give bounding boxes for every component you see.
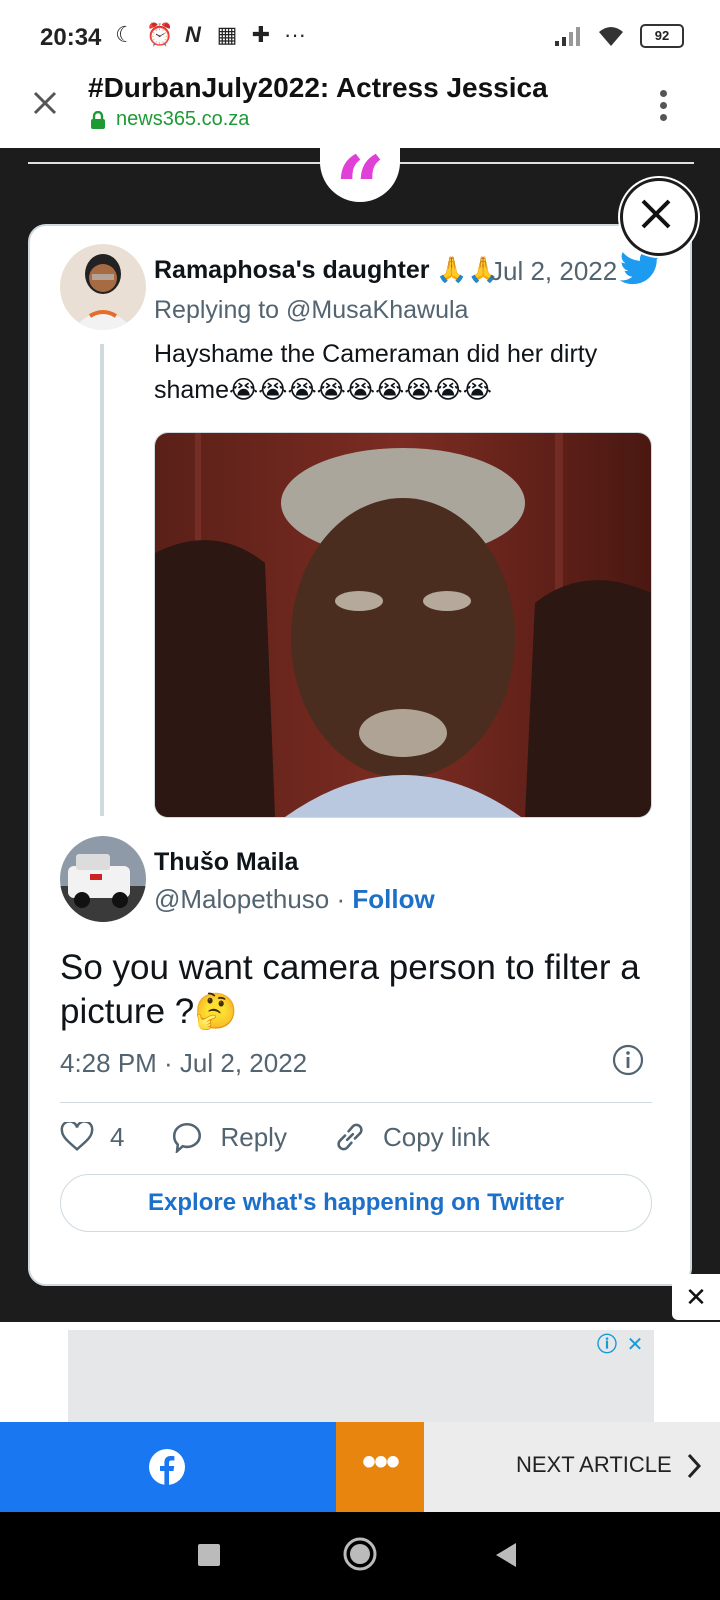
tweet-photo[interactable] <box>154 432 652 818</box>
close-icon[interactable] <box>30 88 60 118</box>
page-title: #DurbanJuly2022: Actress Jessica <box>88 72 548 103</box>
status-notification-icons: ☾ ⏰ N ▦ ✚ ··· <box>112 22 308 48</box>
reply-button[interactable]: Reply <box>170 1121 287 1153</box>
square-icon <box>198 1544 220 1566</box>
grid-app-icon: ▦ <box>216 22 238 47</box>
status-bar: 20:34 ☾ ⏰ N ▦ ✚ ··· 92 <box>0 0 720 78</box>
more-dots-icon: ··· <box>284 22 306 47</box>
quote-mark-icon: “ <box>320 140 400 236</box>
close-icon <box>641 199 671 229</box>
ad-placeholder[interactable]: ⓘ ✕ <box>68 1330 654 1422</box>
back-button[interactable] <box>492 1540 520 1570</box>
replying-to-text[interactable]: Replying to @MusaKhawula <box>154 296 468 325</box>
like-count: 4 <box>110 1121 125 1152</box>
page-domain: news365.co.za <box>90 108 249 131</box>
next-article-button[interactable]: NEXT ARTICLE <box>424 1422 720 1512</box>
thread-connector-line <box>100 344 104 816</box>
bible-app-icon: ✚ <box>251 22 271 47</box>
moon-icon: ☾ <box>115 22 135 47</box>
explore-twitter-button[interactable]: Explore what's happening on Twitter <box>60 1174 652 1232</box>
avatar-thuso-maila[interactable] <box>60 836 146 922</box>
main-tweet-text: So you want camera person to filter a pi… <box>60 948 640 1031</box>
signal-icon <box>555 27 580 46</box>
share-bar: ••• NEXT ARTICLE <box>0 1422 720 1512</box>
avatar-ramaphosas-daughter[interactable] <box>60 244 146 330</box>
ad-collapse-close-button[interactable]: ✕ <box>672 1274 720 1320</box>
recents-button[interactable] <box>196 1542 222 1568</box>
alarm-icon: ⏰ <box>146 22 174 47</box>
chevron-right-icon <box>687 1453 702 1479</box>
menu-kebab-icon[interactable] <box>660 90 668 124</box>
copy-link-button[interactable]: Copy link <box>333 1120 490 1154</box>
lock-icon <box>91 110 105 129</box>
ad-info-icon[interactable]: ⓘ <box>596 1334 618 1356</box>
home-circle-icon <box>343 1537 377 1571</box>
handle-separator: · <box>329 884 353 914</box>
parent-tweet-date[interactable]: Jul 2, 2022 <box>490 256 617 287</box>
main-tweet-timestamp[interactable]: 4:28 PM · Jul 2, 2022 <box>60 1048 307 1079</box>
home-button[interactable] <box>342 1536 378 1572</box>
reply-bubble-icon <box>173 1122 202 1153</box>
like-button[interactable]: 4 <box>60 1122 124 1153</box>
info-icon[interactable] <box>612 1044 644 1076</box>
main-author-handle-row: @Malopethuso · Follow <box>154 884 435 915</box>
embed-close-button[interactable] <box>620 178 698 256</box>
reply-label: Reply <box>220 1121 287 1152</box>
n-app-icon: N <box>185 22 201 47</box>
parent-author-name[interactable]: Ramaphosa's daughter 🙏🙏 <box>154 256 499 285</box>
ad-close-icon[interactable]: ✕ <box>624 1334 646 1356</box>
main-author-handle[interactable]: @Malopethuso <box>154 884 329 914</box>
heart-icon <box>60 1122 94 1151</box>
link-icon <box>337 1123 363 1151</box>
ad-banner[interactable]: ⓘ ✕ <box>0 1322 720 1422</box>
battery-icon: 92 <box>640 24 684 48</box>
copy-link-label: Copy link <box>382 1121 490 1152</box>
tweet-actions: 4 Reply Copy link <box>60 1120 536 1154</box>
wifi-icon <box>599 27 623 46</box>
facebook-icon <box>149 1449 185 1485</box>
tweet-embed-card: Ramaphosa's daughter 🙏🙏 Jul 2, 2022 Repl… <box>28 224 692 1286</box>
domain-text: news365.co.za <box>116 108 250 130</box>
next-article-label: NEXT ARTICLE <box>516 1452 672 1477</box>
actions-divider <box>60 1102 652 1103</box>
parent-tweet-text: Hayshame the Cameraman did her dirty sha… <box>154 340 598 404</box>
facebook-share-button[interactable] <box>0 1422 336 1512</box>
follow-link[interactable]: Follow <box>352 884 434 914</box>
back-triangle-icon <box>496 1543 516 1567</box>
more-share-button[interactable]: ••• <box>336 1422 424 1512</box>
status-time: 20:34 <box>40 24 102 51</box>
main-author-name[interactable]: Thušo Maila <box>154 848 298 877</box>
system-navigation-bar <box>0 1512 720 1600</box>
